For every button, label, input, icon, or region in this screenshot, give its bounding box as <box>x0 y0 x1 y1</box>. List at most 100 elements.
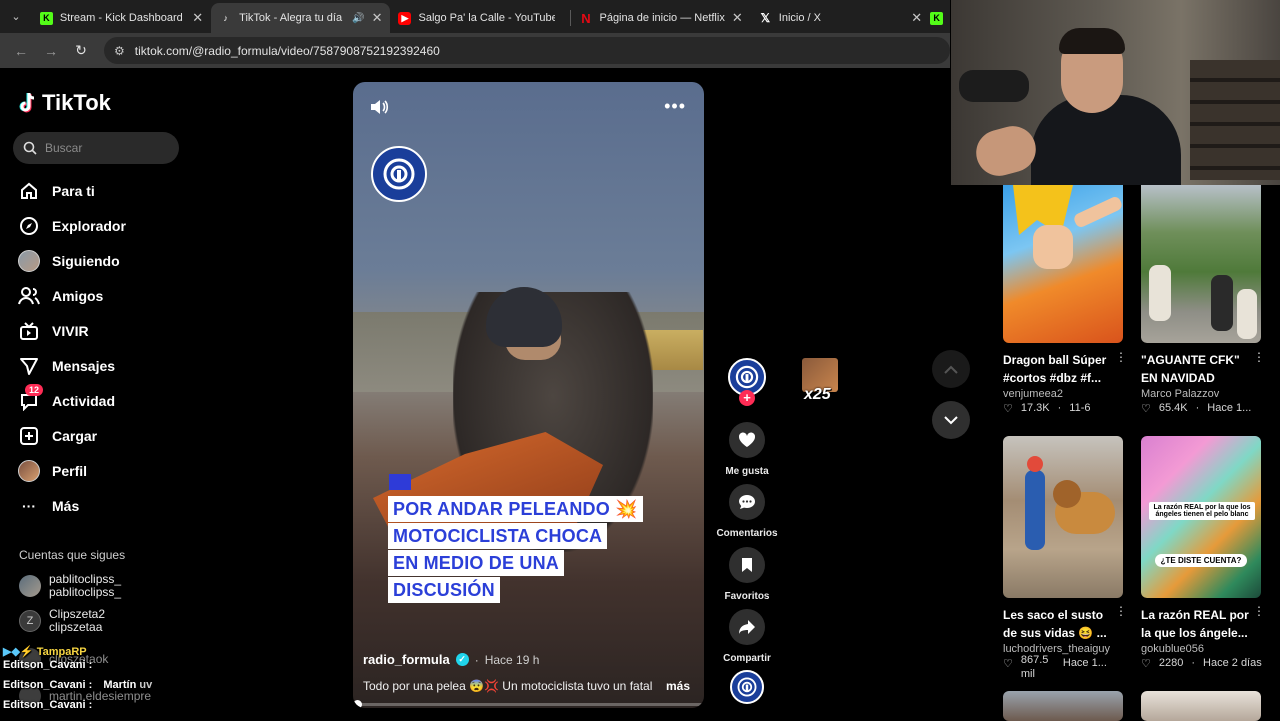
nav-label: VIVIR <box>52 323 89 339</box>
webcam-overlay <box>951 0 1280 185</box>
video-progress-bar[interactable] <box>353 700 704 708</box>
browser-tab[interactable]: ▶ Salgo Pa' la Calle - YouTube <box>390 3 570 33</box>
nav-label: Mensajes <box>52 358 116 374</box>
card-title[interactable]: Les saco el susto de sus vidas 😆 ... <box>1003 606 1115 642</box>
video-card[interactable] <box>1003 691 1123 721</box>
nav-label: Para ti <box>52 183 95 199</box>
sidebar-item-amigos[interactable]: Amigos <box>18 285 103 307</box>
address-bar[interactable]: ⚙ tiktok.com/@radio_formula/video/758790… <box>104 37 950 64</box>
card-menu-icon[interactable]: ⋮ <box>1253 604 1265 618</box>
card-likes: 17.3K <box>1020 402 1050 414</box>
sidebar-item-siguiendo[interactable]: Siguiendo <box>18 250 120 272</box>
url-text: tiktok.com/@radio_formula/video/75879087… <box>134 43 440 58</box>
sidebar-item-vivir[interactable]: VIVIR <box>18 320 89 342</box>
sound-avatar[interactable] <box>730 670 764 704</box>
forward-arrow-icon[interactable]: → <box>38 38 64 64</box>
separator: · <box>1057 402 1062 414</box>
youtube-icon: ▶ <box>398 11 412 25</box>
sidebar-item-mensajes[interactable]: Mensajes <box>18 355 115 377</box>
card-title[interactable]: Dragon ball Súper #cortos #dbz #f... <box>1003 351 1115 387</box>
video-author[interactable]: radio_formula ✓ · Hace 19 h <box>363 652 539 667</box>
card-title[interactable]: La razón REAL por la que los ángele... <box>1141 606 1253 642</box>
next-video-button[interactable] <box>932 401 970 439</box>
following-heading: Cuentas que sigues <box>19 548 126 562</box>
following-account[interactable]: Z Clipszeta2 clipszetaa <box>19 608 105 634</box>
card-author[interactable]: venjumeea2 <box>1003 388 1123 400</box>
browser-tab-partial[interactable]: K <box>930 3 950 33</box>
volume-icon[interactable] <box>369 98 389 121</box>
sidebar-item-mas[interactable]: ··· Más <box>18 495 79 517</box>
speaker-icon[interactable]: 🔊 <box>352 13 364 24</box>
sidebar-item-perfil[interactable]: Perfil <box>18 460 87 482</box>
nav-label: Cargar <box>52 428 98 444</box>
following-account[interactable]: pablitoclipss_ pablitoclipss_ <box>19 573 121 599</box>
browser-tab-active[interactable]: ♪ TikTok - Alegra tu día 🔊 ✕ <box>211 3 391 33</box>
kick-icon: K <box>39 11 53 25</box>
browser-tab[interactable]: 𝕏 Inicio / X ✕ <box>751 3 930 33</box>
card-author[interactable]: gokublue056 <box>1141 643 1261 655</box>
close-icon[interactable]: ✕ <box>372 10 383 26</box>
browser-tab[interactable]: N Página de inicio — Netflix ✕ <box>571 3 750 33</box>
account-handle: clipszetaa <box>49 620 103 634</box>
chevron-up-icon <box>944 365 958 374</box>
author-name[interactable]: radio_formula <box>363 652 450 667</box>
separator: · <box>1191 657 1196 669</box>
chat-user: Martín <box>103 679 137 691</box>
reload-icon[interactable]: ↻ <box>68 38 94 64</box>
comments-button[interactable]: Comentarios <box>712 484 782 539</box>
tiktok-logo[interactable]: TikTok <box>18 90 111 116</box>
like-button[interactable]: Me gusta <box>712 422 782 477</box>
tab-title: TikTok - Alegra tu día <box>239 12 343 24</box>
card-likes: 65.4K <box>1158 402 1188 414</box>
stream-chat-overlay: ▶◆⚡ TampaRP Editson_Cavani : Editson_Cav… <box>3 642 152 715</box>
video-thumbnail[interactable] <box>1003 185 1123 343</box>
more-options-icon[interactable]: ••• <box>664 96 686 117</box>
card-menu-icon[interactable]: ⋮ <box>1115 604 1127 618</box>
caption-marker <box>389 474 411 490</box>
browser-tab[interactable]: K Stream - Kick Dashboard ✕ <box>32 3 211 33</box>
back-arrow-icon[interactable]: ← <box>8 38 34 64</box>
sidebar-item-actividad[interactable]: 12 Actividad <box>18 384 115 412</box>
share-arrow-icon <box>729 609 765 645</box>
video-thumbnail[interactable] <box>1141 185 1261 343</box>
sidebar-item-cargar[interactable]: Cargar <box>18 425 97 447</box>
close-icon[interactable]: ✕ <box>911 10 922 26</box>
video-card[interactable]: ⋮ Dragon ball Súper #cortos #dbz #f... v… <box>1003 185 1127 415</box>
sidebar-item-explorador[interactable]: Explorador <box>18 215 126 237</box>
close-icon[interactable]: ✕ <box>192 10 203 26</box>
video-card[interactable]: La razón REAL por la que los ángeles tie… <box>1141 436 1265 670</box>
video-card[interactable]: ⋮ "AGUANTE CFK" EN NAVIDAD Marco Palazzo… <box>1141 185 1265 415</box>
follow-plus-button[interactable]: + <box>739 390 755 406</box>
video-card[interactable] <box>1141 691 1261 721</box>
video-thumbnail[interactable] <box>1003 436 1123 598</box>
sidebar-item-para-ti[interactable]: Para ti <box>18 180 95 202</box>
ellipsis-icon: ··· <box>22 498 36 514</box>
heart-icon: ♡ <box>1141 658 1151 670</box>
video-caption: POR ANDAR PELEANDO 💥 MOTOCICLISTA CHOCA … <box>388 496 643 604</box>
chat-text: : <box>88 679 93 691</box>
card-date: 11-6 <box>1069 402 1091 414</box>
tab-search-icon[interactable]: ⌄ <box>0 0 32 33</box>
close-icon[interactable]: ✕ <box>732 10 743 26</box>
previous-video-button[interactable] <box>932 350 970 388</box>
chat-user: Editson_Cavani <box>3 679 86 691</box>
video-player[interactable]: ••• POR ANDAR PELEANDO 💥 MOTOCICLISTA CH… <box>353 82 704 708</box>
video-thumbnail[interactable] <box>1003 691 1123 721</box>
site-settings-icon[interactable]: ⚙ <box>114 44 125 58</box>
progress-handle[interactable] <box>353 700 362 708</box>
card-title[interactable]: "AGUANTE CFK" EN NAVIDAD <box>1141 351 1253 387</box>
share-button[interactable]: Compartir <box>712 609 782 664</box>
card-menu-icon[interactable]: ⋮ <box>1115 350 1127 364</box>
favorites-button[interactable]: Favoritos <box>712 547 782 602</box>
comment-icon <box>729 484 765 520</box>
video-thumbnail[interactable]: La razón REAL por la que los ángeles tie… <box>1141 436 1261 598</box>
card-author[interactable]: Marco Palazzov <box>1141 388 1261 400</box>
send-icon <box>18 355 40 377</box>
card-menu-icon[interactable]: ⋮ <box>1253 350 1265 364</box>
video-card[interactable]: ⋮ Les saco el susto de sus vidas 😆 ... l… <box>1003 436 1127 681</box>
more-link[interactable]: más <box>666 679 690 693</box>
search-input[interactable]: Buscar <box>13 132 179 164</box>
video-thumbnail[interactable] <box>1141 691 1261 721</box>
chat-message: Editson_Cavani : <box>3 695 152 715</box>
card-date: Hace 1... <box>1207 402 1252 414</box>
